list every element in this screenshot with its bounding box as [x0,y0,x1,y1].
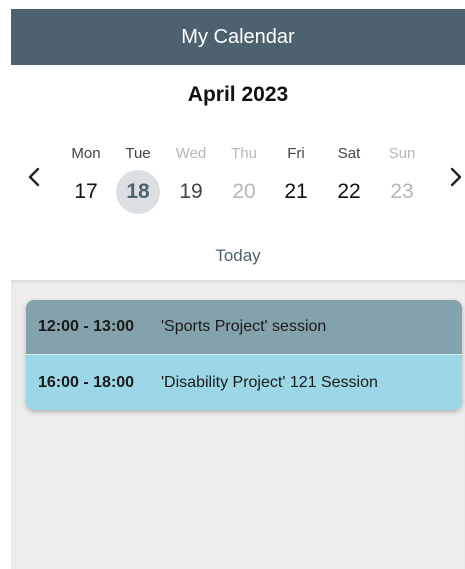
chevron-left-icon [28,167,40,187]
day-name: Sat [337,145,361,162]
event-list: 12:00 - 13:00 'Sports Project' session 1… [26,300,462,410]
calendar-app: My Calendar April 2023 Mon 17 Tue 18 Wed… [11,9,465,569]
day-name: Sun [388,145,416,162]
app-header: My Calendar [11,9,465,65]
events-panel: 12:00 - 13:00 'Sports Project' session 1… [11,280,465,569]
day-number: 17 [74,180,98,203]
event-title: 'Disability Project' 121 Session [161,373,378,391]
prev-week-button[interactable] [22,162,46,192]
chevron-right-icon [450,167,462,187]
day-name: Wed [175,145,207,162]
day-name: Tue [125,145,151,162]
event-item[interactable]: 12:00 - 13:00 'Sports Project' session [26,300,462,355]
week-calendar: April 2023 Mon 17 Tue 18 Wed 19 Thu 20 F… [11,65,465,280]
day-number: 22 [337,180,361,203]
day-number: 19 [179,180,203,203]
header-title: My Calendar [181,25,295,48]
day-name: Mon [71,145,101,162]
day-number: 20 [232,180,256,203]
day-number-selected: 18 [116,170,160,214]
month-label: April 2023 [187,83,289,106]
day-name: Fri [287,145,305,162]
today-button[interactable]: Today [11,246,465,266]
event-title: 'Sports Project' session [161,318,327,335]
event-item[interactable]: 16:00 - 18:00 'Disability Project' 121 S… [26,355,462,410]
day-number: 23 [390,180,414,203]
event-time: 16:00 - 18:00 [38,373,135,391]
next-week-button[interactable] [444,162,465,192]
day-number: 21 [284,180,308,203]
day-name: Thu [231,145,257,162]
event-time: 12:00 - 13:00 [38,318,135,335]
